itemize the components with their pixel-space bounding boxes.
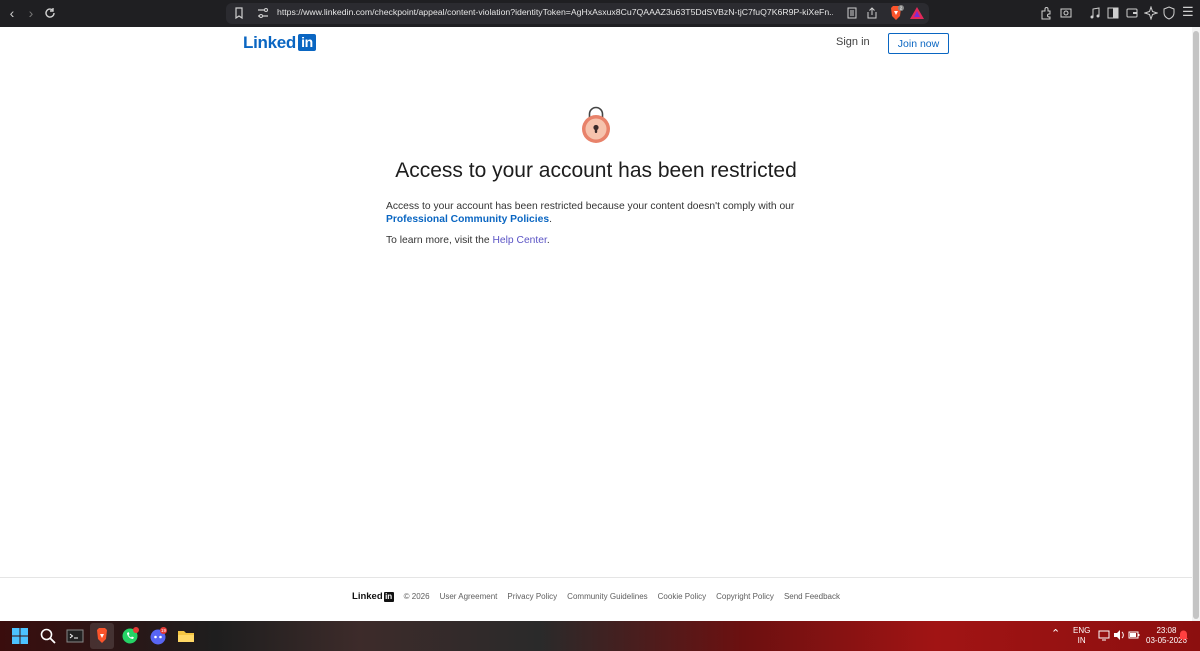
discord-icon[interactable]: 19 <box>149 627 167 645</box>
search-icon[interactable] <box>39 627 57 645</box>
scrollbar-thumb[interactable] <box>1193 31 1199 619</box>
footer-logo[interactable]: Linked in <box>352 591 394 602</box>
join-now-button[interactable]: Join now <box>888 33 949 54</box>
footer-link-cookie-policy[interactable]: Cookie Policy <box>658 592 706 601</box>
footer-logo-text: Linked <box>352 591 383 602</box>
footer-link-community-guidelines[interactable]: Community Guidelines <box>567 592 647 601</box>
brave-browser-icon[interactable] <box>93 627 111 645</box>
linkedin-logo[interactable]: Linked in <box>243 33 316 52</box>
logo-in-badge: in <box>298 34 316 51</box>
windows-start-icon[interactable] <box>11 627 29 645</box>
leo-ai-icon[interactable] <box>1144 6 1158 20</box>
network-icon[interactable] <box>1098 629 1110 641</box>
notification-bell-icon[interactable] <box>1178 629 1189 641</box>
learn-more-label: To learn more, visit the <box>386 235 490 246</box>
page-title: Access to your account has been restrict… <box>395 159 797 182</box>
footer-logo-in: in <box>383 591 394 602</box>
period: . <box>549 214 552 225</box>
menu-icon[interactable]: ☰ <box>1182 4 1196 19</box>
svg-text:19: 19 <box>161 628 167 633</box>
restriction-message: Access to your account has been restrict… <box>386 200 806 226</box>
policy-link[interactable]: Professional Community Policies <box>386 214 549 225</box>
page-scrollbar[interactable] <box>1192 27 1200 621</box>
language-indicator[interactable]: ENG IN <box>1073 626 1090 646</box>
learn-more-text: To learn more, visit the Help Center. <box>386 235 550 246</box>
site-settings-icon[interactable] <box>256 6 270 20</box>
lang-bottom: IN <box>1077 636 1086 645</box>
brave-rewards-icon[interactable] <box>909 6 925 20</box>
whatsapp-icon[interactable] <box>121 627 139 645</box>
footer-copyright: © 2026 <box>403 592 430 601</box>
extensions-icon[interactable] <box>1039 6 1053 20</box>
wallet-icon[interactable] <box>1125 6 1139 20</box>
period-2: . <box>546 235 550 246</box>
share-icon[interactable] <box>866 7 878 19</box>
sidebar-icon[interactable] <box>1106 6 1120 20</box>
media-icon[interactable] <box>1088 6 1102 20</box>
logo-text: Linked <box>243 32 296 52</box>
browser-toolbar: ‹ › https://www.linkedin.com/checkpoint/… <box>0 0 1200 27</box>
file-explorer-icon[interactable] <box>177 627 195 645</box>
footer-link-privacy-policy[interactable]: Privacy Policy <box>507 592 557 601</box>
terminal-icon[interactable] <box>66 627 84 645</box>
footer-link-copyright-policy[interactable]: Copyright Policy <box>716 592 774 601</box>
lang-top: ENG <box>1073 626 1091 635</box>
volume-icon[interactable] <box>1113 629 1125 641</box>
help-center-link[interactable]: Help Center <box>492 235 546 246</box>
footer-divider <box>0 577 1192 578</box>
battery-icon[interactable] <box>1128 629 1140 641</box>
url-text[interactable]: https://www.linkedin.com/checkpoint/appe… <box>277 7 833 17</box>
message-text: Access to your account has been restrict… <box>386 201 795 212</box>
vpn-icon[interactable] <box>1162 6 1176 20</box>
reload-icon[interactable] <box>41 4 59 22</box>
brave-shields-icon[interactable]: 2 <box>888 5 904 21</box>
footer-link-user-agreement[interactable]: User Agreement <box>440 592 498 601</box>
sign-in-link[interactable]: Sign in <box>836 36 870 48</box>
screenshot-icon[interactable] <box>1059 6 1073 20</box>
bookmark-icon[interactable] <box>232 6 246 20</box>
forward-icon[interactable]: › <box>22 4 40 22</box>
footer-link-send-feedback[interactable]: Send Feedback <box>784 592 840 601</box>
windows-taskbar: 19 ⌃ ENG IN 23:08 03-05-2026 <box>0 621 1200 651</box>
footer: Linked in © 2026 User Agreement Privacy P… <box>0 591 1192 602</box>
lock-icon <box>582 106 610 143</box>
address-bar[interactable]: https://www.linkedin.com/checkpoint/appe… <box>226 3 929 24</box>
tray-chevron-icon[interactable]: ⌃ <box>1051 627 1060 640</box>
reader-mode-icon[interactable] <box>846 7 858 19</box>
back-icon[interactable]: ‹ <box>3 4 21 22</box>
